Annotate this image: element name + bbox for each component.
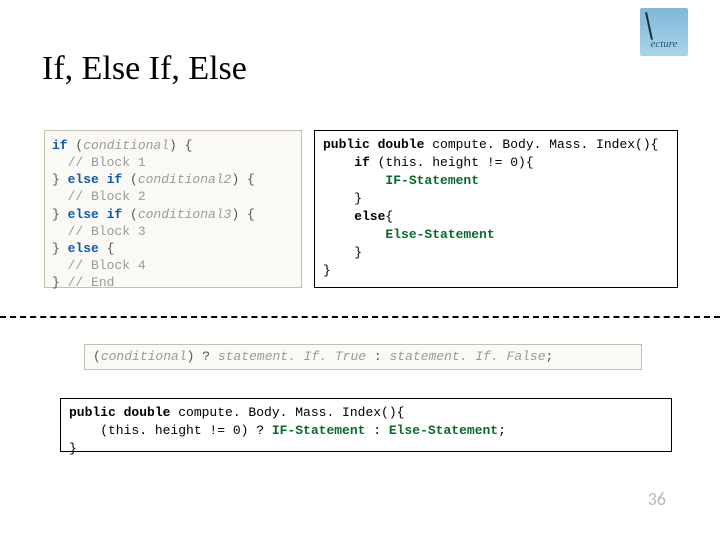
code-block-if-else-template: if (conditional) { // Block 1 } else if … <box>44 130 302 288</box>
conditional-placeholder: conditional <box>83 138 169 153</box>
conditional-placeholder: conditional2 <box>138 172 232 187</box>
keyword-else: else <box>323 209 385 224</box>
else-statement-placeholder: Else-Statement <box>385 227 494 242</box>
page-number: 36 <box>648 488 666 510</box>
comment-block3: // Block 3 <box>52 224 146 239</box>
method-name: compute. Body. Mass. Index(){ <box>432 137 658 152</box>
comment-block2: // Block 2 <box>52 189 146 204</box>
code-text: ( <box>68 138 84 153</box>
keyword-else: else <box>68 241 99 256</box>
brace-close: } <box>323 245 362 260</box>
dashed-divider <box>0 316 720 318</box>
semicolon: ; <box>546 349 554 364</box>
false-statement-placeholder: statement. If. False <box>390 349 546 364</box>
ternary-condition: (this. height != 0) ? <box>69 423 272 438</box>
keyword-if: if <box>323 155 378 170</box>
code-block-ternary-template: (conditional) ? statement. If. True : st… <box>84 344 642 370</box>
brace-close: } <box>323 263 331 278</box>
brace-open: { <box>385 209 393 224</box>
code-text: ( <box>122 207 138 222</box>
code-text: { <box>99 241 115 256</box>
if-statement-placeholder: IF-Statement <box>385 173 479 188</box>
logo-text: ecture <box>650 38 677 50</box>
if-statement-placeholder: IF-Statement <box>272 423 366 438</box>
logo-badge: ecture <box>640 8 688 56</box>
code-text: } <box>52 172 68 187</box>
conditional-placeholder: conditional3 <box>138 207 232 222</box>
code-text: } <box>52 275 68 290</box>
comment-block1: // Block 1 <box>52 155 146 170</box>
brace-close: } <box>323 191 362 206</box>
code-text: } <box>52 207 68 222</box>
true-statement-placeholder: statement. If. True <box>218 349 366 364</box>
brace-close: } <box>69 441 77 456</box>
code-text: ( <box>122 172 138 187</box>
else-statement-placeholder: Else-Statement <box>389 423 498 438</box>
colon-separator: : <box>366 349 389 364</box>
keyword-else-if: else if <box>68 172 123 187</box>
pen-icon <box>645 12 653 40</box>
code-block-method-ternary: public double compute. Body. Mass. Index… <box>60 398 672 452</box>
slide-title: If, Else If, Else <box>42 50 247 88</box>
colon-separator: : <box>365 423 388 438</box>
code-block-method-ifelse: public double compute. Body. Mass. Index… <box>314 130 678 288</box>
ternary-operator: ) ? <box>187 349 218 364</box>
method-signature: public double <box>69 405 178 420</box>
semicolon: ; <box>498 423 506 438</box>
code-text: ) { <box>231 207 254 222</box>
method-name: compute. Body. Mass. Index(){ <box>178 405 404 420</box>
code-text: } <box>52 241 68 256</box>
keyword-if: if <box>52 138 68 153</box>
comment-end: // End <box>68 275 115 290</box>
code-text: ) { <box>169 138 192 153</box>
paren-open: ( <box>93 349 101 364</box>
condition-text: (this. height != 0){ <box>378 155 534 170</box>
code-text: ) { <box>231 172 254 187</box>
method-signature: public double <box>323 137 432 152</box>
comment-block4: // Block 4 <box>52 258 146 273</box>
conditional-placeholder: conditional <box>101 349 187 364</box>
keyword-else-if: else if <box>68 207 123 222</box>
